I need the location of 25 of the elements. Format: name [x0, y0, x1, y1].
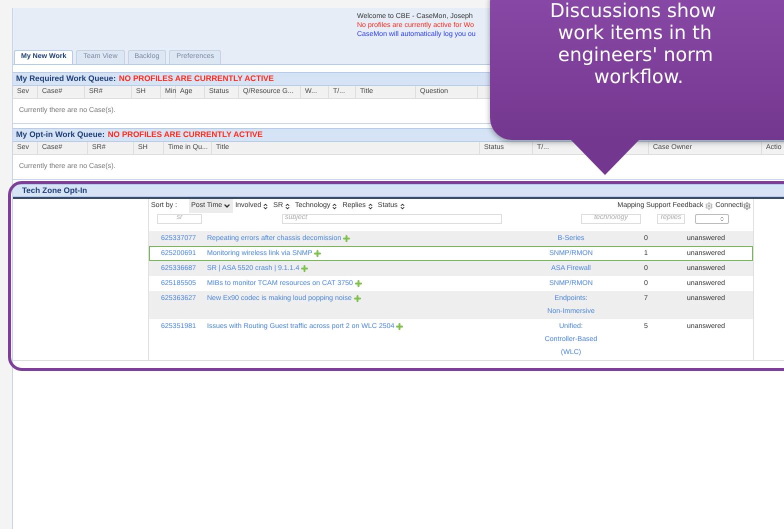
status-select[interactable] [695, 214, 729, 224]
plus-icon[interactable] [300, 264, 310, 273]
section-title: My Opt-in Work Queue: [16, 129, 105, 141]
callout-pointer [570, 139, 640, 175]
sort-icon [284, 202, 292, 210]
plus-icon[interactable] [395, 322, 404, 331]
alert-text: NO PROFILES ARE CURRENTLY ACTIVE [118, 73, 274, 85]
plus-icon[interactable] [342, 234, 352, 243]
sort-icon [398, 202, 406, 210]
sort-icon [366, 202, 374, 210]
alert-text: NO PROFILES ARE CURRENTLY ACTIVE [108, 129, 263, 141]
settings-icon[interactable] [705, 202, 714, 210]
sort-icon [331, 202, 338, 210]
callout-text: engineers' norm [558, 44, 714, 66]
section-title: Tech Zone Opt-In [22, 184, 88, 196]
section-title: My Required Work Queue: [16, 73, 116, 85]
callout-text: work items in th [558, 22, 712, 44]
plus-icon[interactable] [313, 249, 322, 258]
plus-icon[interactable] [354, 279, 363, 288]
callout-text: workflow. [594, 66, 684, 88]
callout-text: Discussions show [550, 0, 716, 22]
sort-icon [262, 202, 270, 210]
plus-icon[interactable] [352, 294, 362, 303]
caret-icon [223, 202, 232, 210]
settings-icon[interactable] [743, 202, 751, 210]
